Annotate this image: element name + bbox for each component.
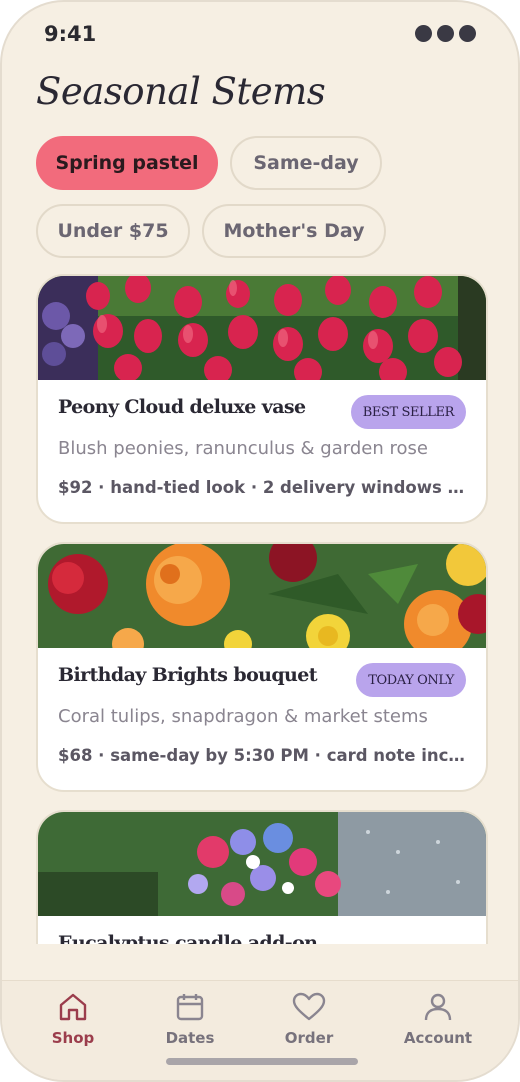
filter-chip-same-day[interactable]: Same-day bbox=[230, 136, 382, 190]
product-name: Birthday Brights bouquet bbox=[58, 664, 318, 686]
tab-shop[interactable]: Shop bbox=[23, 991, 123, 1047]
home-icon bbox=[59, 993, 87, 1021]
status-badge: BEST SELLER bbox=[350, 395, 466, 429]
heart-icon bbox=[292, 992, 326, 1021]
product-description: Blush peonies, ranunculus & garden rose bbox=[58, 438, 428, 459]
product-card-peony-cloud[interactable]: Peony Cloud deluxe vase BEST SELLER Blus… bbox=[36, 274, 488, 524]
product-card-eucalyptus-candle[interactable]: Eucalyptus candle add-on bbox=[36, 810, 488, 944]
product-image bbox=[38, 276, 486, 380]
filter-chip-under-75[interactable]: Under $75 bbox=[36, 204, 190, 258]
calendar-icon bbox=[176, 994, 204, 1021]
tab-label: Shop bbox=[51, 1029, 95, 1047]
tab-account[interactable]: Account bbox=[388, 991, 488, 1047]
more-icon[interactable] bbox=[415, 25, 476, 42]
tab-label: Order bbox=[284, 1029, 334, 1047]
phone-screen: 9:41 Seasonal Stems Spring pastel Same-d… bbox=[0, 0, 520, 1082]
tab-label: Account bbox=[403, 1029, 473, 1047]
tab-order[interactable]: Order bbox=[259, 991, 359, 1047]
filter-chip-mothers-day[interactable]: Mother's Day bbox=[202, 204, 386, 258]
home-indicator[interactable] bbox=[166, 1058, 358, 1065]
status-time: 9:41 bbox=[44, 22, 97, 46]
product-name: Eucalyptus candle add-on bbox=[58, 932, 318, 944]
tab-label: Dates bbox=[165, 1029, 215, 1047]
tab-bar: Shop Dates Order Account bbox=[2, 980, 518, 1080]
user-icon bbox=[424, 993, 452, 1021]
status-badge: TODAY ONLY bbox=[356, 663, 466, 697]
page-title: Seasonal Stems bbox=[36, 70, 326, 113]
product-name: Peony Cloud deluxe vase bbox=[58, 396, 306, 418]
product-image bbox=[38, 812, 486, 916]
tab-dates[interactable]: Dates bbox=[140, 991, 240, 1047]
product-image bbox=[38, 544, 486, 648]
product-description: Coral tulips, snapdragon & market stems bbox=[58, 706, 428, 727]
product-meta: $68 · same-day by 5:30 PM · card note in… bbox=[58, 746, 468, 765]
product-card-birthday-brights[interactable]: Birthday Brights bouquet TODAY ONLY Cora… bbox=[36, 542, 488, 792]
product-meta: $92 · hand-tied look · 2 delivery window… bbox=[58, 478, 468, 497]
filter-chip-spring-pastel[interactable]: Spring pastel bbox=[36, 136, 218, 190]
